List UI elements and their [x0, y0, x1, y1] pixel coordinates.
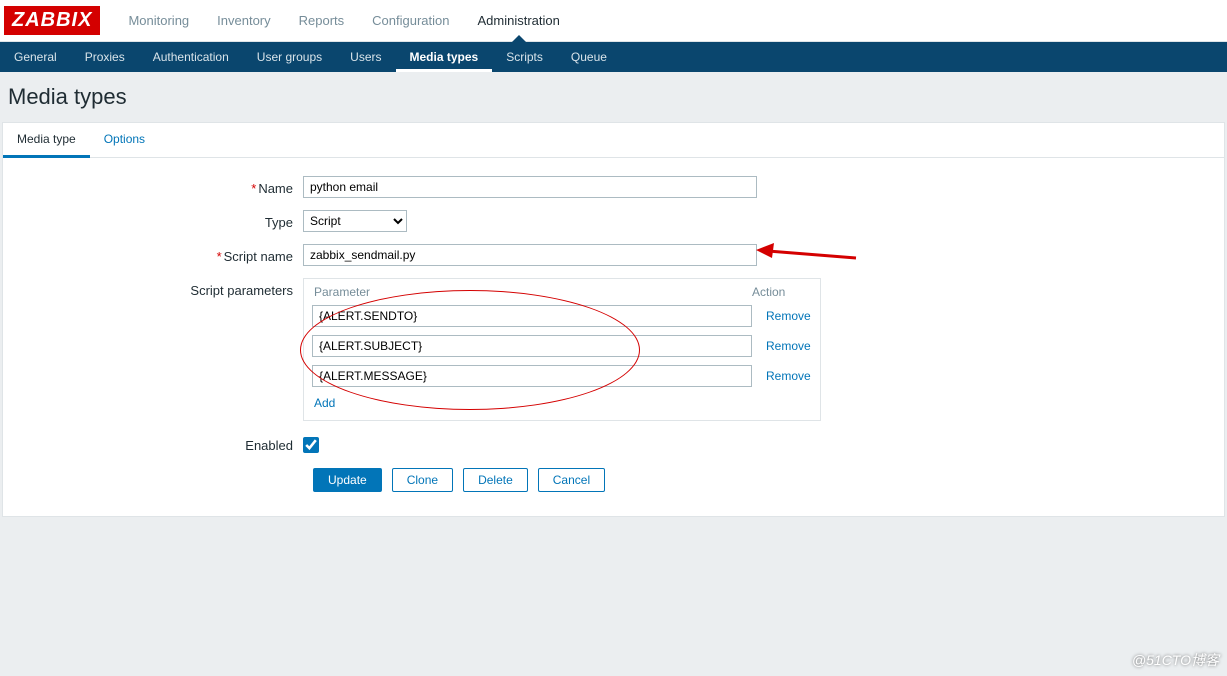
params-header-parameter: Parameter [314, 285, 752, 299]
label-name: *Name [13, 176, 303, 196]
clone-button[interactable]: Clone [392, 468, 453, 492]
label-type: Type [13, 210, 303, 230]
tab-media-type[interactable]: Media type [3, 123, 90, 158]
topbar: ZABBIX Monitoring Inventory Reports Conf… [0, 0, 1227, 42]
content: Media type Options *Name Type Script *Sc… [2, 122, 1225, 517]
topnav: Monitoring Inventory Reports Configurati… [114, 0, 573, 41]
subnav-general[interactable]: General [0, 42, 71, 72]
script-parameters-box: Parameter Action Remove Remove Remove [303, 278, 821, 421]
topnav-administration[interactable]: Administration [464, 0, 574, 41]
subnav-users[interactable]: Users [336, 42, 395, 72]
topnav-inventory[interactable]: Inventory [203, 0, 284, 41]
params-header-action: Action [752, 285, 812, 299]
page-title: Media types [8, 84, 1219, 110]
type-select[interactable]: Script [303, 210, 407, 232]
name-input[interactable] [303, 176, 757, 198]
logo: ZABBIX [4, 6, 100, 35]
subnav-proxies[interactable]: Proxies [71, 42, 139, 72]
subnav: General Proxies Authentication User grou… [0, 42, 1227, 72]
subnav-queue[interactable]: Queue [557, 42, 621, 72]
label-script-name: *Script name [13, 244, 303, 264]
remove-link-0[interactable]: Remove [766, 309, 811, 323]
subnav-media-types[interactable]: Media types [396, 42, 493, 72]
script-name-input[interactable] [303, 244, 757, 266]
remove-link-2[interactable]: Remove [766, 369, 811, 383]
tabs: Media type Options [3, 123, 1224, 158]
subnav-authentication[interactable]: Authentication [139, 42, 243, 72]
topnav-monitoring[interactable]: Monitoring [114, 0, 203, 41]
add-link[interactable]: Add [314, 396, 335, 410]
param-input-0[interactable] [312, 305, 752, 327]
page-header: Media types [0, 72, 1227, 122]
param-row: Remove [312, 365, 812, 387]
cancel-button[interactable]: Cancel [538, 468, 605, 492]
label-enabled: Enabled [13, 433, 303, 453]
update-button[interactable]: Update [313, 468, 382, 492]
topnav-configuration[interactable]: Configuration [358, 0, 463, 41]
delete-button[interactable]: Delete [463, 468, 528, 492]
remove-link-1[interactable]: Remove [766, 339, 811, 353]
form: *Name Type Script *Script name Script pa… [3, 158, 1224, 516]
param-row: Remove [312, 305, 812, 327]
watermark: @51CTO博客 [1132, 650, 1219, 670]
subnav-user-groups[interactable]: User groups [243, 42, 336, 72]
enabled-checkbox[interactable] [303, 437, 319, 453]
subnav-scripts[interactable]: Scripts [492, 42, 557, 72]
param-input-2[interactable] [312, 365, 752, 387]
param-row: Remove [312, 335, 812, 357]
label-script-parameters: Script parameters [13, 278, 303, 298]
tab-options[interactable]: Options [90, 123, 159, 157]
param-input-1[interactable] [312, 335, 752, 357]
topnav-reports[interactable]: Reports [285, 0, 359, 41]
button-row: Update Clone Delete Cancel [313, 468, 1214, 492]
